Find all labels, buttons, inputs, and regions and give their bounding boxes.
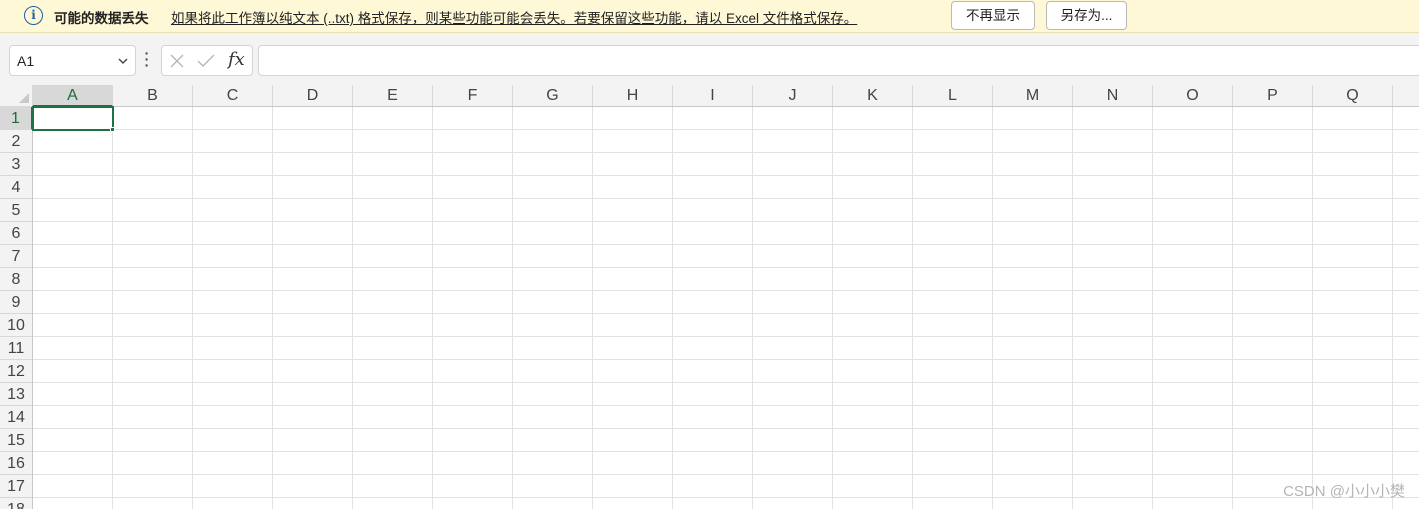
select-all-triangle-icon: [19, 93, 29, 103]
column-header-e[interactable]: E: [353, 85, 433, 106]
insert-function-icon[interactable]: fx: [228, 49, 245, 70]
name-box[interactable]: A1: [9, 45, 136, 76]
row-header-18[interactable]: 18: [0, 498, 32, 509]
column-header-d[interactable]: D: [273, 85, 353, 106]
column-header-m[interactable]: M: [993, 85, 1073, 106]
chevron-down-icon[interactable]: [117, 55, 129, 67]
column-header-k[interactable]: K: [833, 85, 913, 106]
row-header-14[interactable]: 14: [0, 406, 32, 429]
more-options-icon[interactable]: · · ·: [143, 46, 151, 72]
column-header-p[interactable]: P: [1233, 85, 1313, 106]
message-bar-link[interactable]: 如果将此工作簿以纯文本 (..txt) 格式保存，则某些功能可能会丢失。若要保留…: [171, 7, 857, 27]
row-header-10[interactable]: 10: [0, 314, 32, 337]
active-cell-a1[interactable]: [32, 106, 114, 131]
column-header-r[interactable]: R: [1393, 85, 1419, 106]
column-header-f[interactable]: F: [433, 85, 513, 106]
row-header-17[interactable]: 17: [0, 475, 32, 498]
excel-window: i 可能的数据丢失 如果将此工作簿以纯文本 (..txt) 格式保存，则某些功能…: [0, 0, 1419, 509]
column-header-b[interactable]: B: [113, 85, 193, 106]
cancel-icon[interactable]: [169, 53, 185, 69]
column-header-q[interactable]: Q: [1313, 85, 1393, 106]
row-header-1[interactable]: 1: [0, 107, 33, 130]
row-header-13[interactable]: 13: [0, 383, 32, 406]
column-header-g[interactable]: G: [513, 85, 593, 106]
column-headers: ABCDEFGHIJKLMNOPQR: [33, 85, 1419, 107]
row-header-15[interactable]: 15: [0, 429, 32, 452]
row-header-3[interactable]: 3: [0, 153, 32, 176]
formula-bar: A1 · · · fx: [0, 33, 1419, 85]
row-header-7[interactable]: 7: [0, 245, 32, 268]
save-as-button[interactable]: 另存为...: [1046, 1, 1127, 30]
column-header-j[interactable]: J: [753, 85, 833, 106]
message-bar-title: 可能的数据丢失: [54, 11, 149, 26]
message-bar: i 可能的数据丢失 如果将此工作簿以纯文本 (..txt) 格式保存，则某些功能…: [0, 0, 1419, 33]
watermark: CSDN @小小小樊: [1283, 483, 1405, 500]
row-headers: 123456789101112131415161718: [0, 107, 33, 509]
row-header-5[interactable]: 5: [0, 199, 32, 222]
fill-handle[interactable]: [110, 127, 115, 132]
column-header-o[interactable]: O: [1153, 85, 1233, 106]
row-header-6[interactable]: 6: [0, 222, 32, 245]
name-box-value: A1: [17, 53, 35, 69]
row-header-9[interactable]: 9: [0, 291, 32, 314]
dont-show-again-button[interactable]: 不再显示: [951, 1, 1035, 30]
formula-input[interactable]: [258, 45, 1419, 76]
column-header-c[interactable]: C: [193, 85, 273, 106]
column-header-i[interactable]: I: [673, 85, 753, 106]
column-header-l[interactable]: L: [913, 85, 993, 106]
check-icon[interactable]: [197, 53, 215, 69]
column-header-a[interactable]: A: [33, 85, 113, 107]
formula-buttons: fx: [161, 45, 253, 76]
column-header-n[interactable]: N: [1073, 85, 1153, 106]
row-header-4[interactable]: 4: [0, 176, 32, 199]
column-header-h[interactable]: H: [593, 85, 673, 106]
info-icon: i: [24, 6, 43, 25]
cell-area[interactable]: [33, 107, 1419, 509]
row-header-11[interactable]: 11: [0, 337, 32, 360]
row-header-8[interactable]: 8: [0, 268, 32, 291]
row-header-12[interactable]: 12: [0, 360, 32, 383]
row-header-16[interactable]: 16: [0, 452, 32, 475]
row-header-2[interactable]: 2: [0, 130, 32, 153]
spreadsheet-grid: ABCDEFGHIJKLMNOPQR 123456789101112131415…: [0, 85, 1419, 509]
select-all-button[interactable]: [0, 85, 33, 107]
